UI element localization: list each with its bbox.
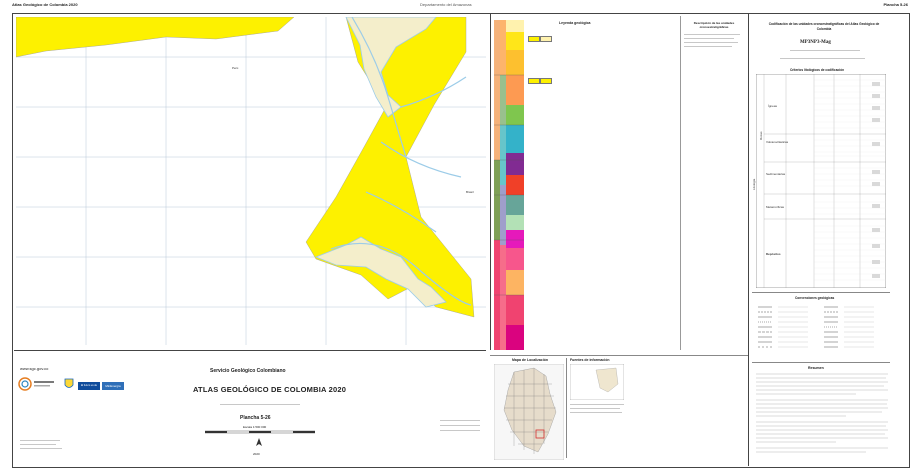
sources-divider xyxy=(566,358,567,458)
sgc-logo-icon xyxy=(18,377,54,391)
legend-unit-swatch[interactable] xyxy=(540,36,552,42)
unit-description-line xyxy=(684,42,738,43)
header-center: Departamento del Amazonas xyxy=(420,2,472,7)
unit-description-line xyxy=(684,46,732,47)
code-explanation-line xyxy=(790,50,860,51)
atlas-title: ATLAS GEOLÓGICO DE COLOMBIA 2020 xyxy=(193,385,347,394)
criteria-title: Criterios litológicos de codificación xyxy=(790,68,845,72)
example-code: MP3NP3-Mag xyxy=(800,40,831,45)
summary-title: Resumen xyxy=(808,366,824,370)
label-brasil: Brasil xyxy=(466,190,474,194)
credits-line xyxy=(20,440,60,441)
notes-line xyxy=(440,420,480,421)
code-explanation-line xyxy=(780,58,865,59)
location-divider xyxy=(490,355,748,356)
category-lithology: Litología xyxy=(752,178,756,190)
category-metamorphic: Metamórficas xyxy=(766,205,785,209)
sources-line xyxy=(570,408,620,409)
category-rocks: Rocas xyxy=(759,131,763,140)
north-arrow-icon xyxy=(256,438,262,446)
legend-title: Leyenda geológica xyxy=(559,21,591,25)
website[interactable]: www.sgc.gov.co xyxy=(20,366,48,371)
legend-unit-swatch[interactable] xyxy=(528,36,540,42)
notes-line xyxy=(440,425,480,426)
conventions-title: Convenciones geológicas xyxy=(795,296,835,300)
category-sedimentary: Sedimentarias xyxy=(766,172,786,176)
summary-text xyxy=(756,373,888,453)
sources-title: Fuentes de información xyxy=(570,358,610,362)
unit-description-line xyxy=(684,38,734,39)
sheet-number: Plancha 5-26 xyxy=(240,415,271,421)
header-left: Atlas Geológico de Colombia 2020 xyxy=(12,2,78,7)
compilers-line xyxy=(220,404,300,405)
map-legend-divider xyxy=(490,14,491,350)
label-peru: Perú xyxy=(232,66,239,70)
institution-name: Servicio Geológico Colombiano xyxy=(210,368,286,374)
sources-line xyxy=(570,404,624,405)
legend-divider xyxy=(680,16,681,350)
credits-line xyxy=(20,448,62,449)
units-title: Descripción de las unidades cronoestrati… xyxy=(693,21,735,29)
legend-unit-swatch[interactable] xyxy=(540,78,552,84)
year: 2020 xyxy=(253,452,260,456)
credits-line xyxy=(20,444,56,445)
geologic-map[interactable]: Perú Brasil xyxy=(16,17,486,345)
colombia-coat-icon xyxy=(64,378,74,388)
category-volcaniclastic: Volcanoclásticas xyxy=(766,140,789,144)
header-right: Plancha 5-26 xyxy=(883,2,908,7)
category-deposits: Depósitos xyxy=(766,252,781,256)
notes-line xyxy=(440,430,480,431)
gov-badge: El futuro es de todos xyxy=(78,382,100,395)
location-map[interactable] xyxy=(494,364,564,460)
conventions-divider xyxy=(752,292,890,293)
codification-title: Codificación de las unidades cronoestrat… xyxy=(768,22,880,31)
unit-description-line xyxy=(684,34,740,35)
scale-bar xyxy=(205,430,315,434)
sources-inset xyxy=(570,364,624,400)
conventions-symbols xyxy=(758,306,874,348)
minenergia-badge: MinEnergía xyxy=(102,382,124,390)
scale-label: Escala 1:500 000 xyxy=(243,425,267,429)
summary-divider xyxy=(752,362,890,363)
right-panel-divider xyxy=(748,14,749,466)
sources-line xyxy=(570,412,622,413)
title-divider xyxy=(14,350,486,351)
legend-unit-swatch[interactable] xyxy=(528,78,540,84)
chronostratigraphic-column xyxy=(494,20,524,350)
category-igneous: Ígneas xyxy=(768,104,778,108)
location-map-title: Mapa de Localización xyxy=(512,358,548,362)
